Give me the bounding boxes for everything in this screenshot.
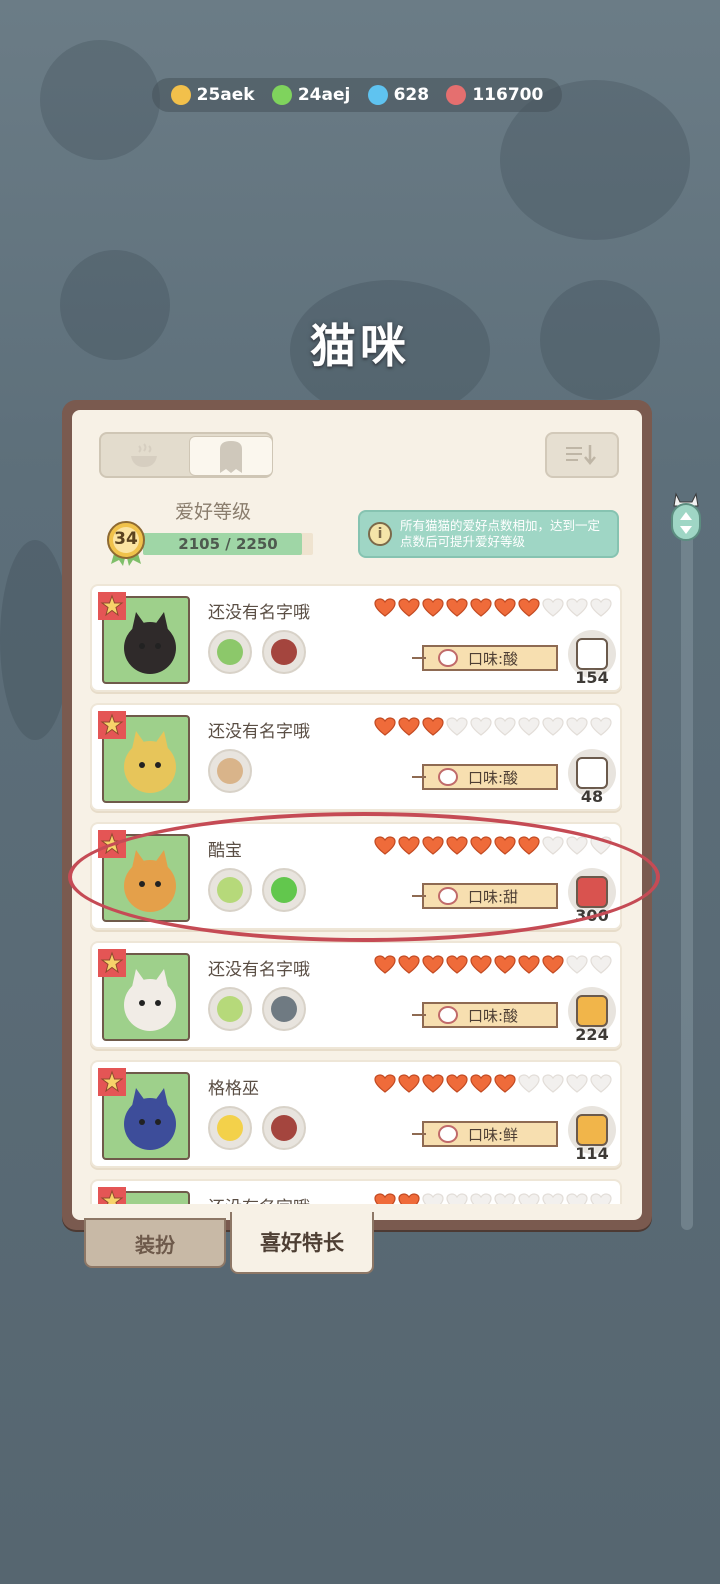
hobby-progress-text: 2105 / 2250: [178, 535, 278, 553]
affection-hearts: [374, 955, 612, 975]
cat-card[interactable]: 还没有名字哦口味:酸 154: [90, 584, 622, 692]
currency-energy: 24aej: [271, 85, 351, 105]
side-scroll-track[interactable]: [681, 510, 693, 1230]
heart-icon: [438, 649, 458, 667]
lotus-root-icon[interactable]: [208, 749, 252, 793]
heart-icon: [438, 768, 458, 786]
taste-label: 口味:鲜: [468, 1125, 519, 1144]
hobby-progress-bar: 2105 / 2250: [143, 533, 313, 555]
sort-button[interactable]: [545, 432, 619, 478]
tab-dress-up[interactable]: 装扮: [84, 1218, 226, 1268]
currency-value: 25aek: [196, 85, 255, 105]
cat-silhouette-icon: [220, 441, 242, 473]
page-title: 猫咪: [310, 319, 410, 373]
bowl-icon: [131, 443, 157, 467]
star-badge-icon: [98, 949, 126, 977]
star-badge-icon: [98, 592, 126, 620]
affection-hearts: [374, 598, 612, 618]
cat-name: 还没有名字哦: [208, 603, 310, 623]
cat-card[interactable]: 格格巫口味:鲜 114: [90, 1060, 622, 1168]
taste-tag: 口味:酸: [412, 645, 558, 671]
hobby-level-value: 34: [114, 529, 138, 549]
info-icon: i: [368, 522, 392, 546]
heart-icon: [438, 1006, 458, 1024]
jar-icon[interactable]: [262, 1106, 306, 1150]
taste-label: 口味:酸: [468, 649, 519, 668]
celery-icon[interactable]: [208, 987, 252, 1031]
yarn-icon: [446, 85, 467, 105]
currency-coin: 25aek: [170, 85, 255, 105]
side-scroll-handle[interactable]: [668, 490, 704, 546]
hobby-info-tip[interactable]: i 所有猫猫的爱好点数相加，达到一定点数后可提升爱好等级: [358, 510, 619, 558]
gift-count: 48: [580, 787, 604, 806]
cat-name: 还没有名字哦: [208, 960, 310, 980]
highlight-circle-annotation: [68, 812, 660, 942]
currency-gem: 628: [367, 85, 430, 105]
lemon-icon[interactable]: [208, 1106, 252, 1150]
affection-hearts: [374, 1074, 612, 1094]
taste-label: 口味:酸: [468, 768, 519, 787]
taste-label: 口味:酸: [468, 1006, 519, 1025]
sort-icon: [566, 445, 596, 465]
tab-hobbies[interactable]: 喜好特长: [230, 1212, 374, 1274]
star-badge-icon: [98, 711, 126, 739]
currency-bar: 25aek 24aej 628 116700: [152, 78, 562, 112]
gift-count: 154: [575, 668, 609, 687]
taste-tag: 口味:酸: [412, 764, 558, 790]
gem-icon: [367, 85, 388, 105]
cat-name: 还没有名字哦: [208, 1193, 310, 1204]
cat-name: 还没有名字哦: [208, 722, 310, 742]
currency-yarn: 116700: [446, 85, 543, 105]
cat-head-icon: [671, 492, 701, 541]
cat-name: 格格巫: [208, 1079, 259, 1099]
cat-card[interactable]: 还没有名字哦口味:酸 48: [90, 703, 622, 811]
coin-icon: [170, 85, 191, 105]
affection-hearts: [374, 717, 612, 737]
jar-icon[interactable]: [262, 630, 306, 674]
star-badge-icon: [98, 1068, 126, 1096]
heart-icon: [438, 1125, 458, 1143]
taste-tag: 口味:鲜: [412, 1121, 558, 1147]
currency-value: 24aej: [297, 85, 351, 105]
cat-card[interactable]: 还没有名字哦口味:酸 224: [90, 941, 622, 1049]
taste-tag: 口味:酸: [412, 1002, 558, 1028]
currency-value: 628: [393, 85, 430, 105]
cat-view-button[interactable]: [189, 436, 273, 476]
cat-card[interactable]: 还没有名字哦: [90, 1179, 622, 1204]
cabbage-icon[interactable]: [208, 630, 252, 674]
energy-icon: [271, 85, 292, 105]
currency-value: 116700: [472, 85, 544, 105]
view-toggle: [99, 432, 273, 478]
food-view-button[interactable]: [103, 436, 185, 474]
gift-count: 224: [575, 1025, 609, 1044]
hobby-level-badge: 34: [105, 520, 147, 566]
gift-count: 114: [575, 1144, 609, 1163]
hobby-level-title: 爱好等级: [175, 501, 252, 523]
affection-hearts: [374, 1193, 612, 1204]
star-badge-icon: [98, 1187, 126, 1204]
camera-icon[interactable]: [262, 987, 306, 1031]
hobby-info-text: 所有猫猫的爱好点数相加，达到一定点数后可提升爱好等级: [400, 518, 601, 549]
